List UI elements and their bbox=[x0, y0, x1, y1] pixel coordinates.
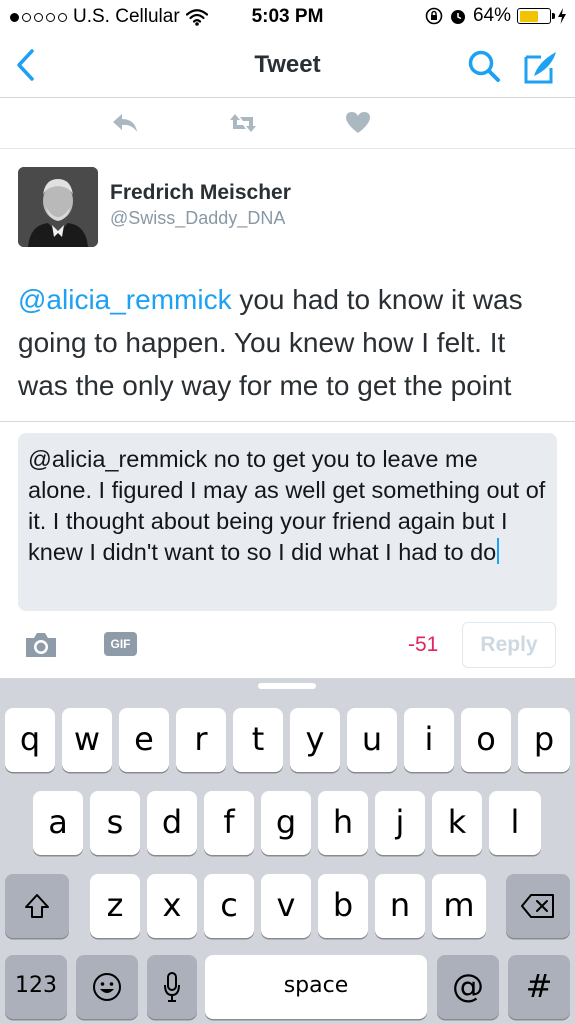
key-t[interactable]: t bbox=[233, 708, 283, 772]
divider bbox=[0, 421, 575, 422]
key-d[interactable]: d bbox=[147, 791, 197, 855]
key-a[interactable]: a bbox=[33, 791, 83, 855]
key-k[interactable]: k bbox=[432, 791, 482, 855]
key-j[interactable]: j bbox=[375, 791, 425, 855]
key-m[interactable]: m bbox=[432, 874, 486, 938]
key-z[interactable]: z bbox=[90, 874, 140, 938]
delete-key[interactable] bbox=[506, 874, 570, 938]
status-bar: U.S. Cellular 5:03 PM 64% bbox=[0, 0, 575, 34]
key-r[interactable]: r bbox=[176, 708, 226, 772]
shift-key[interactable] bbox=[5, 874, 69, 938]
microphone-icon bbox=[164, 972, 180, 1002]
key-c[interactable]: c bbox=[204, 874, 254, 938]
key-s[interactable]: s bbox=[90, 791, 140, 855]
shift-icon bbox=[25, 894, 49, 918]
emoji-key[interactable] bbox=[76, 955, 138, 1019]
hash-key[interactable]: # bbox=[508, 955, 570, 1019]
key-y[interactable]: y bbox=[290, 708, 340, 772]
dictation-key[interactable] bbox=[147, 955, 197, 1019]
author-name[interactable]: Fredrich Meischer bbox=[110, 181, 291, 205]
key-b[interactable]: b bbox=[318, 874, 368, 938]
key-u[interactable]: u bbox=[347, 708, 397, 772]
space-key[interactable]: space bbox=[205, 955, 427, 1019]
key-n[interactable]: n bbox=[375, 874, 425, 938]
key-l[interactable]: l bbox=[489, 791, 541, 855]
key-g[interactable]: g bbox=[261, 791, 311, 855]
author-handle[interactable]: @Swiss_Daddy_DNA bbox=[110, 208, 285, 229]
compose-icon[interactable] bbox=[522, 48, 560, 86]
key-w[interactable]: w bbox=[62, 708, 112, 772]
status-right: 64% bbox=[425, 5, 567, 27]
emoji-icon bbox=[93, 973, 121, 1001]
reply-text-input[interactable]: @alicia_remmick no to get you to leave m… bbox=[18, 433, 557, 611]
key-i[interactable]: i bbox=[404, 708, 454, 772]
reply-button[interactable]: Reply bbox=[462, 622, 556, 668]
key-x[interactable]: x bbox=[147, 874, 197, 938]
tweet-text: @alicia_remmick you had to know it was g… bbox=[18, 278, 558, 421]
reply-icon[interactable] bbox=[110, 109, 140, 137]
reply-text: @alicia_remmick no to get you to leave m… bbox=[28, 446, 546, 565]
camera-icon[interactable] bbox=[24, 631, 58, 659]
keyboard-grabber[interactable] bbox=[258, 683, 316, 689]
character-count: -51 bbox=[408, 633, 439, 656]
delete-icon bbox=[521, 894, 554, 918]
battery-icon bbox=[517, 8, 555, 24]
charging-bolt-icon bbox=[558, 8, 566, 24]
key-h[interactable]: h bbox=[318, 791, 368, 855]
at-key[interactable]: @ bbox=[437, 955, 499, 1019]
battery-percent: 64% bbox=[472, 5, 511, 26]
key-q[interactable]: q bbox=[5, 708, 55, 772]
search-icon[interactable] bbox=[466, 48, 502, 84]
tweet-action-bar bbox=[0, 99, 575, 149]
gif-button[interactable]: GIF bbox=[104, 632, 137, 656]
retweet-icon[interactable] bbox=[228, 109, 258, 137]
text-caret bbox=[497, 538, 500, 564]
avatar[interactable] bbox=[18, 167, 98, 247]
alarm-icon bbox=[450, 10, 465, 24]
numbers-key[interactable]: 123 bbox=[5, 955, 67, 1019]
tweet-mention-link[interactable]: @alicia_remmick bbox=[18, 284, 232, 315]
navigation-bar: Tweet bbox=[0, 34, 575, 98]
keyboard: q w e r t y u i o p a s d f g h j k l z … bbox=[0, 678, 575, 1024]
rotation-lock-icon bbox=[425, 7, 443, 25]
key-p[interactable]: p bbox=[518, 708, 570, 772]
key-v[interactable]: v bbox=[261, 874, 311, 938]
like-icon[interactable] bbox=[344, 109, 374, 137]
key-e[interactable]: e bbox=[119, 708, 169, 772]
key-f[interactable]: f bbox=[204, 791, 254, 855]
key-o[interactable]: o bbox=[461, 708, 511, 772]
